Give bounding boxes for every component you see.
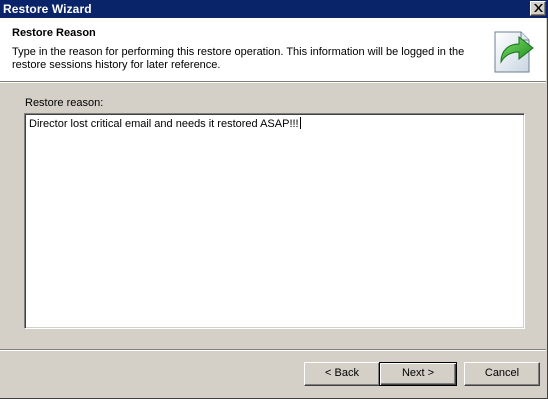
restore-reason-label: Restore reason: [25,97,104,109]
close-icon [534,4,543,12]
restore-reason-textarea[interactable]: Director lost critical email and needs i… [24,113,525,329]
cancel-button[interactable]: Cancel [464,362,540,386]
footer-separator [0,349,546,351]
back-button[interactable]: < Back [304,362,380,386]
page-description: Type in the reason for performing this r… [12,46,465,71]
close-button[interactable] [530,1,546,16]
restore-reason-text: Director lost critical email and needs i… [29,118,299,130]
text-caret [299,117,301,129]
wizard-header: Restore Reason Type in the reason for pe… [0,18,546,81]
title-bar[interactable]: Restore Wizard [0,0,548,18]
header-separator [0,81,546,83]
page-title: Restore Reason [12,27,96,39]
restore-wizard-window: Restore Wizard Restore Reason Type in th… [0,0,548,399]
document-restore-arrow-icon [494,31,534,73]
next-button[interactable]: Next > [379,362,457,386]
window-title: Restore Wizard [3,2,92,16]
